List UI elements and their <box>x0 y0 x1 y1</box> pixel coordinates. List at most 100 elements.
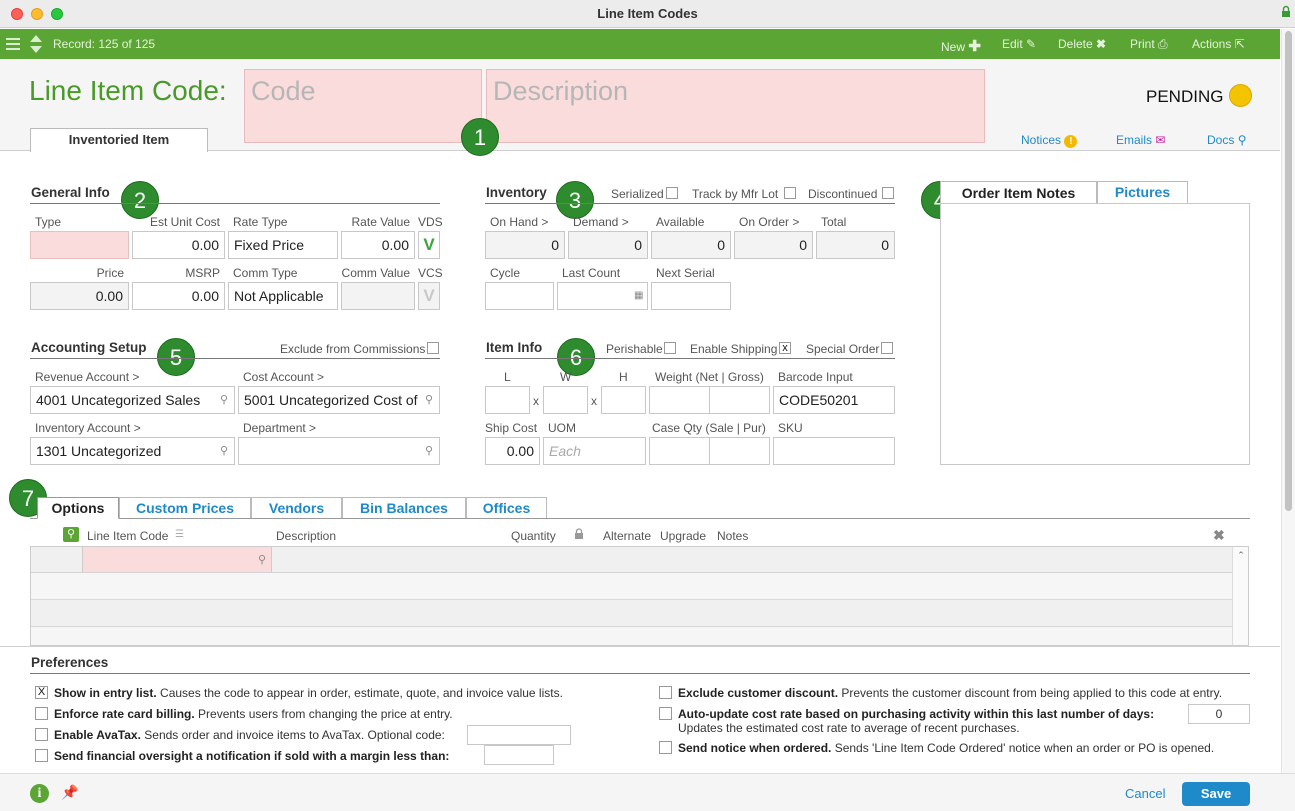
avatax-code-input[interactable] <box>467 725 571 745</box>
actions-button[interactable]: Actions ⇱ <box>1192 37 1245 51</box>
rate-value-field[interactable]: 0.00 <box>341 231 415 259</box>
discontinued-checkbox[interactable] <box>882 187 894 199</box>
order-item-notes-textarea[interactable] <box>940 203 1250 465</box>
lock-icon[interactable] <box>1281 5 1291 18</box>
special-order-checkbox[interactable] <box>881 342 893 354</box>
vcs-toggle[interactable]: V <box>418 282 440 310</box>
show-in-entry-list-checkbox[interactable]: X <box>35 686 48 699</box>
revenue-account-label[interactable]: Revenue Account > <box>35 370 139 384</box>
search-icon[interactable]: ⚲ <box>220 444 228 457</box>
info-icon[interactable]: i <box>30 784 49 803</box>
print-button[interactable]: Print ⎙ <box>1130 37 1168 52</box>
department-label[interactable]: Department > <box>243 421 316 435</box>
auto-update-cost-checkbox[interactable] <box>659 707 672 720</box>
tab-pictures[interactable]: Pictures <box>1097 181 1188 203</box>
search-icon[interactable]: ⚲ <box>425 393 433 406</box>
net-weight-field[interactable] <box>649 386 710 414</box>
delete-button[interactable]: Delete ✖ <box>1058 37 1106 51</box>
ship-cost-field[interactable]: 0.00 <box>485 437 540 465</box>
column-header-upgrade[interactable]: Upgrade <box>660 529 706 543</box>
window-scrollbar[interactable] <box>1281 29 1295 773</box>
scrollbar-thumb[interactable] <box>1285 31 1292 511</box>
send-notice-ordered-checkbox[interactable] <box>659 741 672 754</box>
cycle-field[interactable] <box>485 282 554 310</box>
description-input[interactable]: Description <box>486 69 985 143</box>
auto-update-days-input[interactable]: 0 <box>1188 704 1250 724</box>
clear-x-icon[interactable]: ✖ <box>1213 527 1225 544</box>
enforce-rate-card-checkbox[interactable] <box>35 707 48 720</box>
tab-inventoried-item[interactable]: Inventoried Item <box>30 128 208 152</box>
tab-custom-prices[interactable]: Custom Prices <box>119 497 251 518</box>
exclude-customer-discount-checkbox[interactable] <box>659 686 672 699</box>
table-row[interactable] <box>31 573 1232 600</box>
edit-button[interactable]: Edit ✎ <box>1002 37 1036 51</box>
tab-options[interactable]: Options <box>37 497 119 519</box>
sort-icon[interactable]: ☰ <box>175 529 184 540</box>
est-unit-cost-field[interactable]: 0.00 <box>132 231 225 259</box>
perishable-checkbox[interactable] <box>664 342 676 354</box>
exclude-commissions-checkbox[interactable] <box>427 342 439 354</box>
type-field[interactable] <box>30 231 129 259</box>
tab-offices[interactable]: Offices <box>466 497 547 518</box>
new-button[interactable]: New ✚ <box>941 37 981 55</box>
rate-type-field[interactable]: Fixed Price <box>228 231 338 259</box>
table-row[interactable] <box>31 627 1232 645</box>
calendar-icon[interactable]: ▦ <box>634 290 643 301</box>
column-header-line-item-code[interactable]: Line Item Code <box>87 529 168 543</box>
on-order-label[interactable]: On Order > <box>739 215 799 229</box>
save-button[interactable]: Save <box>1182 782 1250 806</box>
column-header-description[interactable]: Description <box>276 529 336 543</box>
comm-value-field[interactable] <box>341 282 415 310</box>
cost-account-field[interactable]: 5001 Uncategorized Cost of <box>238 386 440 414</box>
search-icon[interactable]: ⚲ <box>258 553 266 566</box>
margin-threshold-input[interactable] <box>484 745 554 765</box>
grid-scrollbar[interactable]: ⌃ <box>1232 547 1248 645</box>
table-row[interactable] <box>31 600 1232 627</box>
column-header-notes[interactable]: Notes <box>717 529 748 543</box>
scroll-up-icon[interactable]: ⌃ <box>1233 550 1248 561</box>
enable-avatax-checkbox[interactable] <box>35 728 48 741</box>
margin-notification-checkbox[interactable] <box>35 749 48 762</box>
tab-bin-balances[interactable]: Bin Balances <box>342 497 466 518</box>
case-qty-sale-field[interactable] <box>649 437 710 465</box>
search-icon[interactable]: ⚲ <box>425 444 433 457</box>
on-hand-label[interactable]: On Hand > <box>490 215 548 229</box>
msrp-field[interactable]: 0.00 <box>132 282 225 310</box>
inventory-account-label[interactable]: Inventory Account > <box>35 421 141 435</box>
tab-vendors[interactable]: Vendors <box>251 497 342 518</box>
track-lot-checkbox[interactable] <box>784 187 796 199</box>
price-field[interactable]: 0.00 <box>30 282 129 310</box>
uom-field[interactable]: Each <box>543 437 646 465</box>
comm-type-field[interactable]: Not Applicable <box>228 282 338 310</box>
inventory-account-field[interactable]: 1301 Uncategorized <box>30 437 235 465</box>
next-serial-field[interactable] <box>651 282 731 310</box>
line-item-code-input[interactable] <box>82 547 272 572</box>
lock-icon[interactable] <box>574 528 584 540</box>
notices-link[interactable]: Notices ! <box>1021 133 1078 148</box>
cost-account-label[interactable]: Cost Account > <box>243 370 324 384</box>
demand-label[interactable]: Demand > <box>573 215 629 229</box>
docs-link[interactable]: Docs ⚲ <box>1207 133 1246 147</box>
table-row[interactable]: ⚲ <box>31 547 1232 573</box>
height-field[interactable] <box>601 386 646 414</box>
column-header-alternate[interactable]: Alternate <box>603 529 651 543</box>
gross-weight-field[interactable] <box>709 386 770 414</box>
column-header-quantity[interactable]: Quantity <box>511 529 556 543</box>
barcode-field[interactable]: CODE50201 <box>773 386 895 414</box>
code-input[interactable]: Code <box>244 69 482 143</box>
search-icon[interactable]: ⚲ <box>63 527 79 542</box>
department-field[interactable] <box>238 437 440 465</box>
menu-icon[interactable] <box>6 37 20 54</box>
vds-toggle[interactable]: V <box>418 231 440 259</box>
enable-shipping-checkbox[interactable]: x <box>779 342 791 354</box>
serialized-checkbox[interactable] <box>666 187 678 199</box>
case-qty-pur-field[interactable] <box>709 437 770 465</box>
record-nav-arrows-icon[interactable] <box>29 33 43 58</box>
length-field[interactable] <box>485 386 530 414</box>
search-icon[interactable]: ⚲ <box>220 393 228 406</box>
width-field[interactable] <box>543 386 588 414</box>
pin-icon[interactable]: 📌 <box>61 784 78 801</box>
emails-link[interactable]: Emails ✉ <box>1116 133 1165 147</box>
tab-order-item-notes[interactable]: Order Item Notes <box>940 181 1097 205</box>
cancel-button[interactable]: Cancel <box>1125 786 1165 801</box>
